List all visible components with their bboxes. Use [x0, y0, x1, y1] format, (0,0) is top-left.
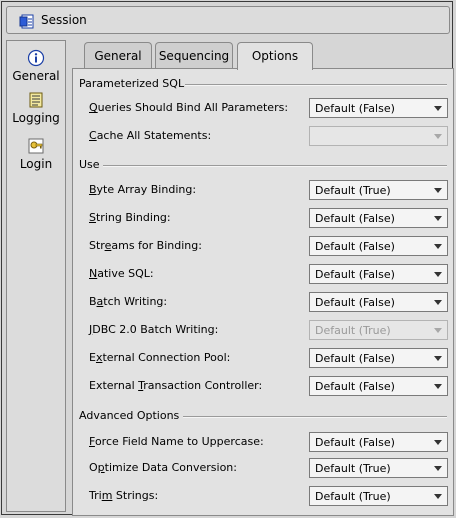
- sidebar-item-label: General: [12, 69, 60, 83]
- session-editor-window: Session General Logging Login General Se…: [1, 1, 454, 516]
- chevron-down-icon: [434, 440, 442, 445]
- jdbc-batch-writing-label: JDBC 2.0 Batch Writing:: [89, 323, 219, 336]
- selected-value: Default (True): [315, 490, 391, 503]
- login-key-icon: [28, 138, 44, 154]
- sidebar: General Logging Login: [6, 40, 66, 512]
- sidebar-item-label: Login: [19, 157, 53, 171]
- section-title-parameterized-sql: Parameterized SQL: [79, 77, 185, 90]
- streams-for-binding-select[interactable]: Default (False): [309, 236, 448, 256]
- external-connection-pool-select[interactable]: Default (False): [309, 348, 448, 368]
- queries-bind-all-select[interactable]: Default (False): [309, 98, 448, 118]
- chevron-down-icon: [434, 328, 442, 333]
- chevron-down-icon: [434, 494, 442, 499]
- batch-writing-label: Batch Writing:: [89, 295, 168, 308]
- tab-label: Sequencing: [158, 49, 230, 63]
- sidebar-item-login[interactable]: Login: [7, 137, 65, 171]
- selected-value: Default (False): [315, 102, 395, 115]
- section-divider: [103, 165, 447, 167]
- streams-for-binding-label: Streams for Binding:: [89, 239, 202, 252]
- session-icon: [19, 14, 34, 29]
- sidebar-item-general[interactable]: General: [7, 49, 65, 83]
- tab-label: General: [94, 49, 142, 63]
- selected-value: Default (False): [315, 436, 395, 449]
- chevron-down-icon: [434, 106, 442, 111]
- sidebar-item-logging[interactable]: Logging: [7, 91, 65, 125]
- external-transaction-controller-label: External Transaction Controller:: [89, 379, 263, 392]
- chevron-down-icon: [434, 272, 442, 277]
- tab-sequencing[interactable]: Sequencing: [155, 42, 233, 68]
- byte-array-binding-label: Byte Array Binding:: [89, 183, 197, 196]
- section-title-advanced-options: Advanced Options: [79, 409, 180, 422]
- selected-value: Default (False): [315, 212, 395, 225]
- chevron-down-icon: [434, 216, 442, 221]
- section-title-use: Use: [79, 158, 100, 171]
- byte-array-binding-select[interactable]: Default (True): [309, 180, 448, 200]
- optimize-data-conversion-select[interactable]: Default (True): [309, 458, 448, 478]
- sidebar-item-label: Logging: [12, 111, 60, 125]
- chevron-down-icon: [434, 300, 442, 305]
- jdbc-batch-writing-select: Default (True): [309, 320, 448, 340]
- native-sql-label: Native SQL:: [89, 267, 154, 280]
- batch-writing-select[interactable]: Default (False): [309, 292, 448, 312]
- selected-value: Default (False): [315, 352, 395, 365]
- selected-value: Default (True): [315, 184, 391, 197]
- tab-label: Options: [251, 49, 299, 63]
- selected-value: Default (False): [315, 380, 395, 393]
- selected-value: Default (False): [315, 268, 395, 281]
- force-field-uppercase-label: Force Field Name to Uppercase:: [89, 435, 264, 448]
- window-title: Session: [41, 13, 87, 27]
- trim-strings-label: Trim Strings:: [89, 489, 159, 502]
- external-transaction-controller-select[interactable]: Default (False): [309, 376, 448, 396]
- string-binding-select[interactable]: Default (False): [309, 208, 448, 228]
- section-divider: [185, 84, 447, 86]
- chevron-down-icon: [434, 134, 442, 139]
- cache-all-statements-label: Cache All Statements:: [89, 129, 212, 142]
- section-divider: [183, 416, 447, 418]
- selected-value: Default (False): [315, 240, 395, 253]
- selected-value: Default (False): [315, 296, 395, 309]
- info-icon: [27, 49, 45, 67]
- tab-options[interactable]: Options: [237, 42, 313, 70]
- external-connection-pool-label: External Connection Pool:: [89, 351, 231, 364]
- chevron-down-icon: [434, 244, 442, 249]
- native-sql-select[interactable]: Default (False): [309, 264, 448, 284]
- tab-general[interactable]: General: [84, 42, 152, 68]
- chevron-down-icon: [434, 466, 442, 471]
- chevron-down-icon: [434, 188, 442, 193]
- logging-icon: [29, 92, 43, 108]
- selected-value: Default (True): [315, 324, 391, 337]
- options-panel: Parameterized SQL Queries Should Bind Al…: [72, 68, 454, 516]
- optimize-data-conversion-label: Optimize Data Conversion:: [89, 461, 237, 474]
- title-bar: Session: [6, 6, 450, 34]
- trim-strings-select[interactable]: Default (True): [309, 486, 448, 506]
- string-binding-label: String Binding:: [89, 211, 171, 224]
- chevron-down-icon: [434, 356, 442, 361]
- cache-all-statements-select: [309, 126, 448, 146]
- chevron-down-icon: [434, 384, 442, 389]
- force-field-uppercase-select[interactable]: Default (False): [309, 432, 448, 452]
- selected-value: Default (True): [315, 462, 391, 475]
- queries-bind-all-label: Queries Should Bind All Parameters:: [89, 101, 289, 114]
